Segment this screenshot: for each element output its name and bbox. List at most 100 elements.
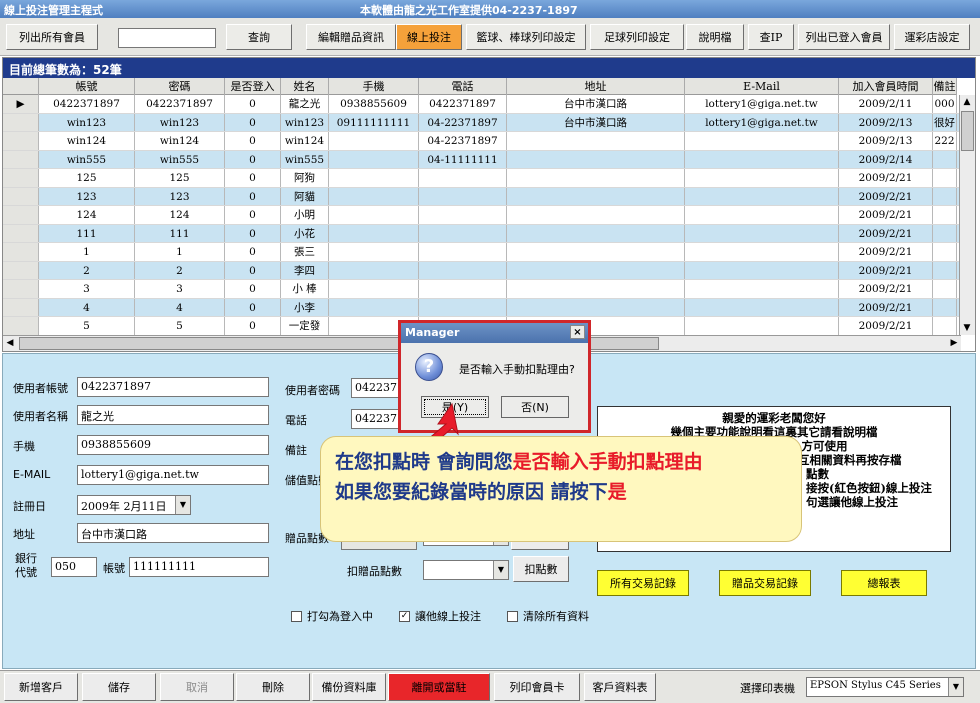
- cell-note[interactable]: 很好: [933, 113, 957, 131]
- cell-phone[interactable]: [419, 206, 507, 224]
- cell-name[interactable]: win123: [281, 113, 329, 131]
- delete-button[interactable]: 刪除: [236, 673, 310, 701]
- checkbox-box[interactable]: [291, 610, 302, 622]
- table-row[interactable]: ▶ 0422371897 0422371897 0 龍之光 0938855609…: [3, 95, 961, 114]
- cell-address[interactable]: [507, 150, 685, 168]
- cell-email[interactable]: lottery1@giga.net.tw: [685, 95, 839, 113]
- table-row[interactable]: 124 124 0 小明 2009/2/21: [3, 206, 961, 225]
- cell-address[interactable]: [507, 298, 685, 316]
- cell-name[interactable]: win124: [281, 132, 329, 150]
- lottery-settings-button[interactable]: 運彩店設定: [894, 24, 970, 50]
- bank-code-field[interactable]: 050: [51, 557, 97, 577]
- cell-address[interactable]: [507, 187, 685, 205]
- cell-mobile[interactable]: 09111111111: [329, 113, 419, 131]
- row-selector[interactable]: [3, 132, 39, 150]
- printer-select[interactable]: EPSON Stylus C45 Series ▼: [806, 677, 964, 697]
- cell-password[interactable]: 5: [135, 317, 225, 335]
- row-selector[interactable]: [3, 243, 39, 261]
- cell-join-date[interactable]: 2009/2/14: [839, 150, 933, 168]
- cell-account[interactable]: win123: [39, 113, 135, 131]
- scroll-down-icon[interactable]: ▼: [960, 321, 974, 335]
- cell-note[interactable]: [933, 169, 957, 187]
- cell-note[interactable]: [933, 206, 957, 224]
- cell-phone[interactable]: 04-22371897: [419, 113, 507, 131]
- cell-phone[interactable]: [419, 298, 507, 316]
- column-header[interactable]: E-Mail: [685, 78, 839, 95]
- cell-join-date[interactable]: 2009/2/13: [839, 113, 933, 131]
- soccer-print-settings-button[interactable]: 足球列印設定: [590, 24, 684, 50]
- grid-vertical-scrollbar[interactable]: ▲ ▼: [959, 95, 975, 335]
- cell-logged-in[interactable]: 0: [225, 150, 281, 168]
- cell-logged-in[interactable]: 0: [225, 261, 281, 279]
- table-row[interactable]: 4 4 0 小李 2009/2/21: [3, 298, 961, 317]
- cell-address[interactable]: [507, 169, 685, 187]
- cell-email[interactable]: [685, 150, 839, 168]
- column-header[interactable]: 電話: [419, 78, 507, 95]
- row-selector[interactable]: [3, 261, 39, 279]
- clear-all-data-checkbox[interactable]: 清除所有資料: [507, 608, 589, 624]
- gift-transactions-button[interactable]: 贈品交易記錄: [719, 570, 811, 596]
- cell-note[interactable]: [933, 224, 957, 242]
- table-row[interactable]: win123 win123 0 win123 09111111111 04-22…: [3, 113, 961, 132]
- row-selector[interactable]: [3, 280, 39, 298]
- cell-logged-in[interactable]: 0: [225, 280, 281, 298]
- cell-account[interactable]: 123: [39, 187, 135, 205]
- column-header[interactable]: 手機: [329, 78, 419, 95]
- cell-email[interactable]: [685, 280, 839, 298]
- cell-account[interactable]: 0422371897: [39, 95, 135, 113]
- cell-email[interactable]: [685, 169, 839, 187]
- cell-account[interactable]: 124: [39, 206, 135, 224]
- cell-mobile[interactable]: [329, 150, 419, 168]
- cell-join-date[interactable]: 2009/2/21: [839, 169, 933, 187]
- cell-password[interactable]: 4: [135, 298, 225, 316]
- cell-password[interactable]: win123: [135, 113, 225, 131]
- cell-mobile[interactable]: 0938855609: [329, 95, 419, 113]
- deduct-points-button[interactable]: 扣點數: [513, 556, 569, 582]
- cell-join-date[interactable]: 2009/2/13: [839, 132, 933, 150]
- cell-phone[interactable]: [419, 280, 507, 298]
- cell-join-date[interactable]: 2009/2/21: [839, 243, 933, 261]
- column-header[interactable]: 姓名: [281, 78, 329, 95]
- scroll-up-icon[interactable]: ▲: [960, 95, 974, 109]
- cell-note[interactable]: 222: [933, 132, 957, 150]
- cell-name[interactable]: 小 棒: [281, 280, 329, 298]
- cell-phone[interactable]: [419, 243, 507, 261]
- cell-address[interactable]: [507, 280, 685, 298]
- cell-password[interactable]: 123: [135, 187, 225, 205]
- cell-password[interactable]: 125: [135, 169, 225, 187]
- cell-email[interactable]: [685, 206, 839, 224]
- customer-data-sheet-button[interactable]: 客戶資料表: [584, 673, 656, 701]
- scroll-right-icon[interactable]: ▶: [947, 336, 961, 350]
- column-header[interactable]: 密碼: [135, 78, 225, 95]
- cell-account[interactable]: 2: [39, 261, 135, 279]
- cell-note[interactable]: [933, 298, 957, 316]
- cell-mobile[interactable]: [329, 224, 419, 242]
- cancel-button[interactable]: 取消: [160, 673, 234, 701]
- table-row[interactable]: 3 3 0 小 棒 2009/2/21: [3, 280, 961, 299]
- table-row[interactable]: 2 2 0 李四 2009/2/21: [3, 261, 961, 280]
- cell-address[interactable]: 台中市漢口路: [507, 95, 685, 113]
- cell-address[interactable]: 台中市漢口路: [507, 113, 685, 131]
- cell-name[interactable]: 一定發: [281, 317, 329, 335]
- yes-button[interactable]: 是(Y): [421, 396, 489, 418]
- cell-address[interactable]: [507, 224, 685, 242]
- cell-logged-in[interactable]: 0: [225, 243, 281, 261]
- close-icon[interactable]: ×: [570, 325, 585, 339]
- list-all-members-button[interactable]: 列出所有會員: [6, 24, 98, 50]
- reg-date-picker[interactable]: 2009年 2月11日 ▼: [77, 495, 191, 515]
- baseball-print-settings-button[interactable]: 籃球、棒球列印設定: [466, 24, 586, 50]
- cell-mobile[interactable]: [329, 206, 419, 224]
- cell-note[interactable]: [933, 243, 957, 261]
- search-input[interactable]: [118, 28, 216, 48]
- cell-mobile[interactable]: [329, 132, 419, 150]
- table-row[interactable]: 125 125 0 阿狗 2009/2/21: [3, 169, 961, 188]
- check-ip-button[interactable]: 查IP: [748, 24, 794, 50]
- cell-logged-in[interactable]: 0: [225, 132, 281, 150]
- cell-join-date[interactable]: 2009/2/21: [839, 280, 933, 298]
- cell-email[interactable]: [685, 187, 839, 205]
- column-header[interactable]: 加入會員時間: [839, 78, 933, 95]
- cell-phone[interactable]: [419, 261, 507, 279]
- table-row[interactable]: win555 win555 0 win555 04-11111111 2009/…: [3, 150, 961, 169]
- all-transactions-button[interactable]: 所有交易記錄: [597, 570, 689, 596]
- deduct-gift-combo[interactable]: ▼: [423, 560, 509, 580]
